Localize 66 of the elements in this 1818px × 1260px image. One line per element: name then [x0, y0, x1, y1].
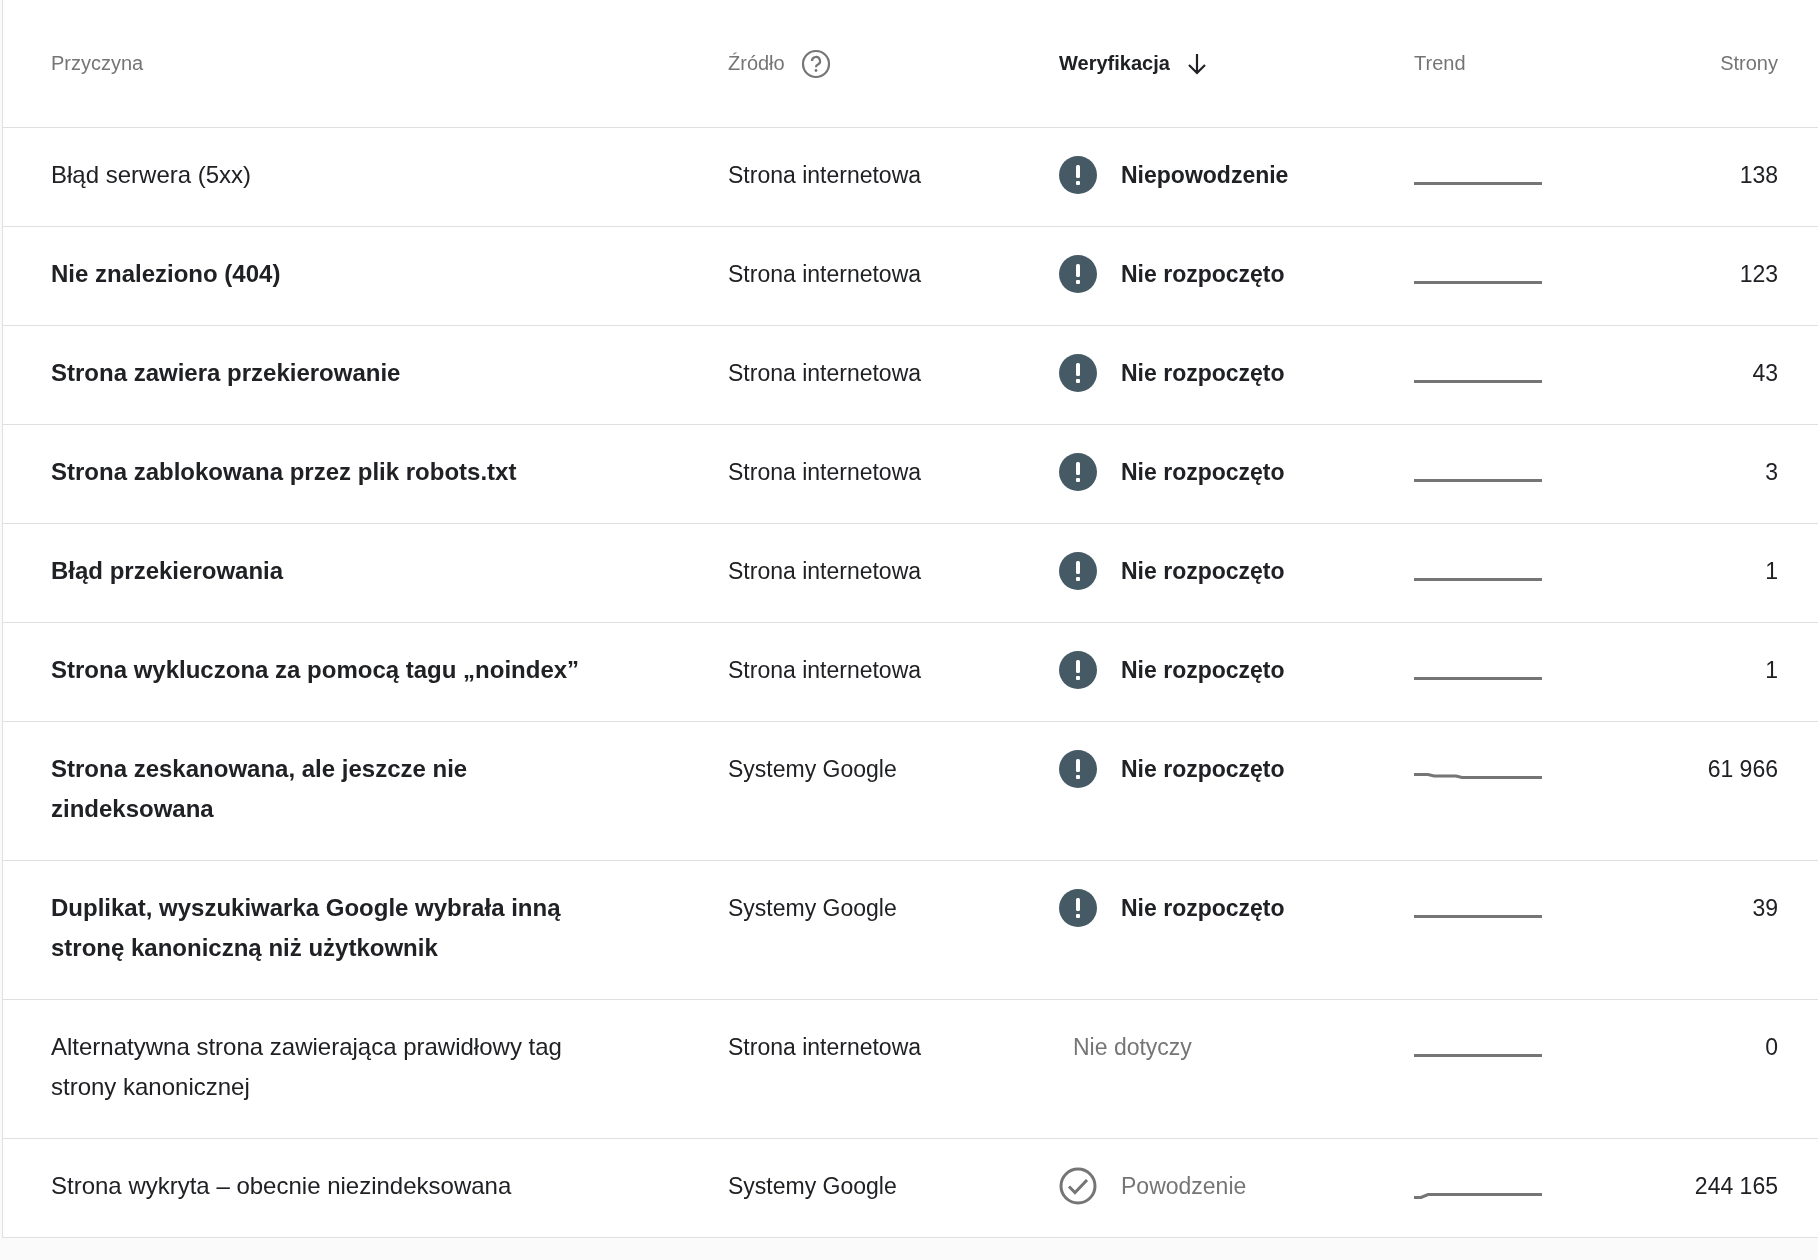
pages-count: 61 966 — [1707, 755, 1778, 784]
pages-count: 1 — [1765, 656, 1778, 685]
table-row[interactable]: Strona zawiera przekierowanie Strona internetowa Nie rozpoczęto 43 — [3, 326, 1818, 425]
source-text: Systemy Google — [728, 894, 898, 923]
source-text: Strona internetowa — [728, 656, 923, 685]
reason-text: Strona zablokowana przez plik robots.txt — [51, 457, 518, 487]
column-header[interactable]: Trend — [1414, 52, 1466, 75]
source-text: Strona internetowa — [728, 161, 923, 190]
table-row[interactable]: Strona zablokowana przez plik robots.txt Strona internetowa Nie rozpoczęto 3 — [3, 425, 1818, 524]
verification-status: Nie rozpoczęto — [1121, 755, 1285, 784]
source-text: Systemy Google — [728, 1172, 898, 1201]
reason-text: Błąd serwera (5xx) — [51, 160, 253, 190]
pages-count: 244 165 — [1694, 1172, 1778, 1201]
exclamation-icon — [1059, 552, 1097, 590]
exclamation-icon — [1059, 750, 1097, 788]
verification-status: Powodzenie — [1121, 1172, 1247, 1201]
source-text: Strona internetowa — [728, 458, 923, 487]
pages-count: 1 — [1765, 557, 1778, 586]
column-header[interactable]: Weryfikacja — [1059, 52, 1170, 75]
reason-text: Błąd przekierowania — [51, 556, 285, 586]
reason-text: Duplikat, wyszukiwarka Google wybrała inną stronę kanoniczną niż użytkownik — [51, 893, 562, 963]
exclamation-icon — [1059, 354, 1097, 392]
pages-count: 123 — [1739, 260, 1778, 289]
verification-status: Nie rozpoczęto — [1121, 656, 1285, 685]
verification-status: Nie rozpoczęto — [1121, 458, 1285, 487]
column-header[interactable]: Źródło — [728, 52, 785, 75]
reason-text: Nie znaleziono (404) — [51, 259, 282, 289]
source-text: Systemy Google — [728, 755, 898, 784]
verification-status: Niepowodzenie — [1121, 161, 1289, 190]
table-row[interactable]: Strona zeskanowana, ale jeszcze nie zindeksowana Systemy Google Nie rozpoczęto 61 966 — [3, 722, 1818, 861]
table-row[interactable]: Strona wykryta – obecnie niezindeksowana Systemy Google Powodzenie 244 165 — [3, 1139, 1818, 1237]
source-text: Strona internetowa — [728, 260, 923, 289]
source-text: Strona internetowa — [728, 359, 923, 388]
exclamation-icon — [1059, 255, 1097, 293]
table-row[interactable]: Strona wykluczona za pomocą tagu „noindex” Strona internetowa Nie rozpoczęto 1 — [3, 623, 1818, 722]
pages-count: 3 — [1765, 458, 1778, 487]
column-header[interactable]: Przyczyna — [51, 52, 144, 75]
arrow-down-icon[interactable] — [1185, 51, 1208, 76]
exclamation-icon — [1059, 453, 1097, 491]
verification-status: Nie dotyczy — [1073, 1033, 1192, 1062]
source-text: Strona internetowa — [728, 1033, 923, 1062]
check-circle-icon — [1059, 1167, 1097, 1205]
table-row[interactable]: Alternatywna strona zawierająca prawidłowy tag strony kanonicznej Strona internetowa Nie dotyczy 0 — [3, 1000, 1818, 1139]
reason-text: Strona wykryta – obecnie niezindeksowana — [51, 1171, 513, 1201]
verification-status: Nie rozpoczęto — [1121, 894, 1285, 923]
pages-count: 39 — [1752, 894, 1778, 923]
exclamation-icon — [1059, 889, 1097, 927]
pages-count: 0 — [1765, 1033, 1778, 1062]
column-header[interactable]: Strony — [1720, 52, 1778, 75]
table-row[interactable]: Błąd serwera (5xx) Strona internetowa Niepowodzenie 138 — [3, 128, 1818, 227]
help-icon[interactable] — [800, 48, 831, 79]
reason-text: Strona zeskanowana, ale jeszcze nie zindeksowana — [51, 754, 469, 824]
exclamation-icon — [1059, 651, 1097, 689]
pages-count: 138 — [1739, 161, 1778, 190]
verification-status: Nie rozpoczęto — [1121, 260, 1285, 289]
verification-status: Nie rozpoczęto — [1121, 557, 1285, 586]
table-row[interactable]: Nie znaleziono (404) Strona internetowa Nie rozpoczęto 123 — [3, 227, 1818, 326]
reason-text: Alternatywna strona zawierająca prawidłowy tag strony kanonicznej — [51, 1032, 563, 1102]
verification-status: Nie rozpoczęto — [1121, 359, 1285, 388]
reason-text: Strona wykluczona za pomocą tagu „noindex” — [51, 655, 581, 685]
source-text: Strona internetowa — [728, 557, 923, 586]
exclamation-icon — [1059, 156, 1097, 194]
reason-text: Strona zawiera przekierowanie — [51, 358, 402, 388]
pages-count: 43 — [1752, 359, 1778, 388]
table-row[interactable]: Błąd przekierowania Strona internetowa Nie rozpoczęto 1 — [3, 524, 1818, 623]
table-row[interactable]: Duplikat, wyszukiwarka Google wybrała inną stronę kanoniczną niż użytkownik Systemy Google Nie rozpoczęto 39 — [3, 861, 1818, 1000]
